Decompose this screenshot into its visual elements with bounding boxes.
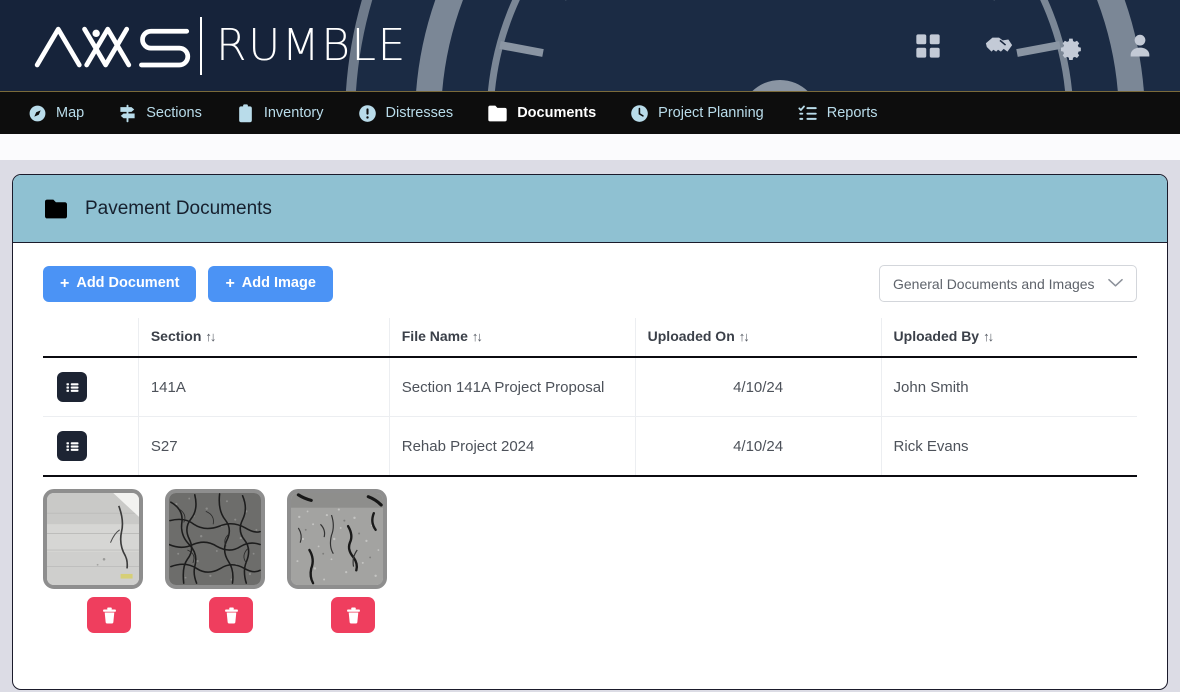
pavement-photo-dark-alligator (169, 493, 261, 585)
delete-row (165, 597, 275, 633)
apps-grid-icon[interactable] (914, 32, 942, 60)
folder-icon (487, 104, 508, 123)
nav-item-reports[interactable]: Reports (798, 104, 878, 123)
app-header: RUMBLE (0, 0, 1180, 92)
column-header-actions (43, 318, 139, 358)
add-image-label: Add Image (241, 275, 316, 292)
row-actions-cell (43, 416, 139, 477)
table-header-row: Section ↑↓ File Name ↑↓ Uploaded On ↑↓ Uplo… (43, 318, 1137, 358)
checklist-icon (798, 104, 818, 123)
plus-icon: + (60, 274, 70, 292)
clock-icon (630, 104, 649, 123)
thumbnail-cell (287, 489, 397, 633)
clipboard-icon (236, 103, 255, 123)
cell-uploaded-on: 4/10/24 (634, 357, 882, 417)
column-header-uploaded-by[interactable]: Uploaded By ↑↓ (880, 318, 1137, 358)
plus-icon: + (225, 274, 235, 292)
row-actions-cell (43, 357, 139, 417)
pavement-image-thumbnail-3[interactable] (287, 489, 387, 589)
column-label: Uploaded On (647, 328, 735, 344)
main-navigation: Map Sections Inventory Distresses Docume… (0, 92, 1180, 134)
sort-icon[interactable]: ↑↓ (739, 329, 750, 344)
toolbar-actions: + Add Document + Add Image (43, 265, 333, 302)
pavement-photo-light-asphalt (291, 493, 383, 585)
nav-item-sections[interactable]: Sections (118, 104, 202, 123)
brand-name: RUMBLE (216, 19, 407, 71)
card-body: + Add Document + Add Image General Docum… (13, 243, 1167, 689)
chevron-down-icon (1108, 276, 1123, 291)
thumbnail-cell (43, 489, 153, 633)
document-type-select[interactable]: General Documents and Images (879, 265, 1137, 302)
sort-icon[interactable]: ↑↓ (205, 329, 216, 344)
image-thumbnail-list (43, 489, 1137, 633)
card-header: Pavement Documents (13, 175, 1167, 243)
nav-label: Inventory (263, 105, 324, 121)
compass-icon (28, 104, 47, 123)
trash-icon (102, 607, 117, 624)
column-header-section[interactable]: Section ↑↓ (137, 318, 390, 358)
gear-icon[interactable] (1056, 32, 1084, 60)
cell-file-name: Rehab Project 2024 (388, 416, 636, 477)
sort-icon[interactable]: ↑↓ (983, 329, 994, 344)
add-document-label: Add Document (76, 275, 180, 292)
cell-file-name: Section 141A Project Proposal (388, 357, 636, 417)
nav-item-project-planning[interactable]: Project Planning (630, 104, 764, 123)
thumbnail-cell (165, 489, 275, 633)
delete-row (43, 597, 153, 633)
column-label: Section (150, 328, 202, 344)
page-top-spacer (0, 134, 1180, 160)
nav-label: Map (56, 105, 85, 121)
documents-table: Section ↑↓ File Name ↑↓ Uploaded On ↑↓ Uplo… (43, 318, 1137, 477)
user-icon[interactable] (1126, 32, 1154, 60)
pavement-image-thumbnail-1[interactable] (43, 489, 143, 589)
delete-row (287, 597, 397, 633)
list-view-icon[interactable] (57, 431, 87, 461)
avas-logo-icon (34, 26, 191, 67)
sort-icon[interactable]: ↑↓ (472, 329, 483, 344)
nav-item-map[interactable]: Map (28, 104, 84, 123)
pavement-photo-light-concrete (47, 493, 139, 585)
delete-image-button-1[interactable] (87, 597, 131, 633)
nav-item-inventory[interactable]: Inventory (236, 103, 324, 123)
cell-uploaded-by: John Smith (880, 357, 1137, 417)
trash-icon (224, 607, 239, 624)
list-view-icon[interactable] (57, 372, 87, 402)
table-row[interactable]: 141A Section 141A Project Proposal 4/10/… (43, 357, 1137, 417)
nav-label: Sections (146, 105, 202, 121)
pavement-documents-card: Pavement Documents + Add Document + Add … (12, 174, 1168, 690)
column-header-file-name[interactable]: File Name ↑↓ (388, 318, 636, 358)
folder-icon (43, 198, 69, 220)
add-document-button[interactable]: + Add Document (43, 265, 197, 302)
delete-image-button-2[interactable] (209, 597, 253, 633)
delete-image-button-3[interactable] (331, 597, 375, 633)
brand-logo[interactable]: RUMBLE (34, 16, 407, 75)
alert-circle-icon (358, 104, 377, 123)
documents-toolbar: + Add Document + Add Image General Docum… (43, 265, 1137, 302)
nav-label: Reports (826, 105, 878, 121)
table-row[interactable]: S27 Rehab Project 2024 4/10/24 Rick Evan… (43, 416, 1137, 477)
nav-label: Distresses (385, 105, 454, 121)
signpost-icon (118, 104, 137, 123)
page-title: Pavement Documents (85, 197, 272, 219)
document-type-value: General Documents and Images (893, 275, 1095, 292)
nav-item-distresses[interactable]: Distresses (358, 104, 454, 123)
add-image-button[interactable]: + Add Image (208, 265, 333, 302)
page-background: Pavement Documents + Add Document + Add … (0, 160, 1180, 692)
pavement-image-thumbnail-2[interactable] (165, 489, 265, 589)
nav-label: Documents (517, 105, 597, 121)
column-label: File Name (401, 328, 468, 344)
cell-uploaded-on: 4/10/24 (634, 416, 882, 477)
nav-label: Project Planning (658, 105, 764, 121)
column-header-uploaded-on[interactable]: Uploaded On ↑↓ (634, 318, 882, 358)
header-icon-group (914, 32, 1154, 60)
cell-section: 141A (137, 357, 390, 417)
nav-item-documents[interactable]: Documents (487, 104, 596, 123)
logo-divider (200, 16, 202, 75)
column-label: Uploaded By (893, 328, 980, 344)
handshake-icon[interactable] (984, 32, 1014, 60)
cell-uploaded-by: Rick Evans (880, 416, 1137, 477)
cell-section: S27 (137, 416, 390, 477)
trash-icon (346, 607, 361, 624)
